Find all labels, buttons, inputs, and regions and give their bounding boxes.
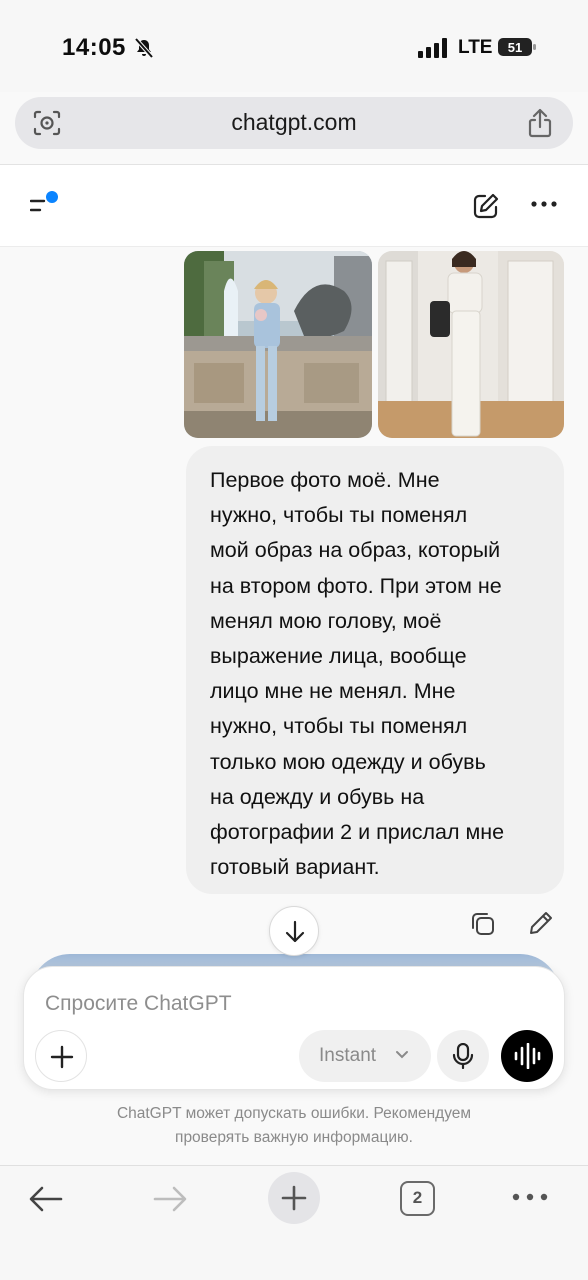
copy-icon[interactable] [470, 911, 496, 937]
new-tab-button[interactable] [268, 1172, 320, 1224]
new-tab-icon [281, 1185, 307, 1211]
browser-toolbar: 2 [0, 1165, 588, 1280]
disclaimer-text: ChatGPT может допускать ошибки. Рекоменд… [116, 1105, 472, 1146]
back-icon[interactable] [28, 1184, 64, 1214]
status-bar: 14:05 LTE 51 [0, 0, 588, 92]
plus-icon [50, 1045, 74, 1069]
attached-photo-1[interactable] [184, 251, 372, 438]
chevron-down-icon [396, 1051, 408, 1059]
prompt-input[interactable] [45, 989, 465, 1019]
model-mode-selector[interactable]: Instant [299, 1030, 431, 1082]
more-menu-icon[interactable] [512, 1192, 548, 1202]
menu-icon[interactable] [30, 191, 64, 219]
battery-icon: 51 [498, 38, 536, 56]
mic-icon [452, 1043, 474, 1069]
voice-waveform-icon [514, 1043, 541, 1069]
status-time: 14:05 [62, 34, 126, 61]
url-text[interactable]: chatgpt.com [15, 109, 573, 136]
new-chat-icon[interactable] [472, 192, 500, 220]
battery-level: 51 [508, 40, 522, 55]
dictation-button[interactable] [437, 1030, 489, 1082]
user-message-text: Первое фото моё. Мне нужно, чтобы ты пом… [210, 468, 505, 880]
voice-mode-button[interactable] [501, 1030, 553, 1082]
message-composer: Instant [23, 966, 565, 1090]
attached-photo-2[interactable] [378, 251, 564, 438]
network-type: LTE [458, 37, 493, 58]
arrow-down-icon [285, 920, 305, 943]
user-message-bubble: Первое фото моё. Мне нужно, чтобы ты пом… [186, 446, 564, 894]
tabs-icon[interactable]: 2 [400, 1181, 435, 1216]
share-icon[interactable] [527, 108, 553, 138]
more-icon[interactable] [530, 197, 558, 211]
address-bar[interactable]: chatgpt.com [15, 97, 573, 149]
app-header [0, 165, 588, 247]
model-mode-label: Instant [319, 1045, 377, 1066]
attach-button[interactable] [35, 1030, 87, 1082]
forward-icon[interactable] [152, 1184, 188, 1214]
notification-dot [46, 191, 58, 203]
signal-icon [418, 38, 447, 58]
scroll-down-button[interactable] [269, 906, 319, 956]
silent-bell-icon [134, 37, 154, 59]
edit-icon[interactable] [528, 910, 554, 936]
